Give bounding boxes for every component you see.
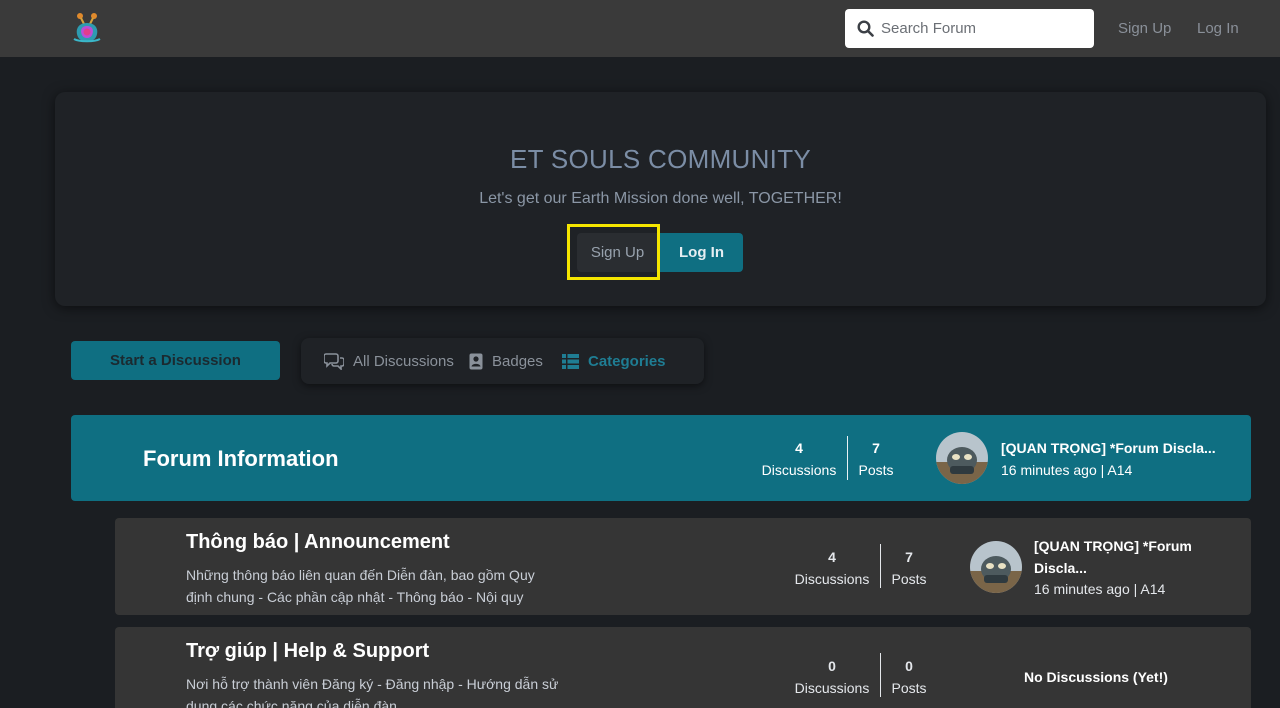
last-discussion-title[interactable]: [QUAN TRỌNG] *Forum Discla... [1001, 437, 1216, 459]
index-nav: All Discussions Badges Categories [301, 338, 704, 384]
alien-avatar-icon [936, 432, 988, 484]
header-signup-link[interactable]: Sign Up [1118, 20, 1171, 37]
start-discussion-button[interactable]: Start a Discussion [71, 341, 280, 380]
top-bar: Sign Up Log In [0, 0, 1280, 57]
subcategory-description: Những thông báo liên quan đến Diễn đàn, … [186, 567, 535, 605]
nav-all-discussions-label: All Discussions [353, 352, 454, 370]
discussions-count: 4 Discussions [761, 440, 837, 478]
discussions-number: 4 [828, 549, 836, 565]
search-input[interactable] [881, 9, 1086, 48]
discussions-label: Discussions [794, 571, 870, 587]
last-discussion-title-line2[interactable]: Discla... [1034, 557, 1087, 579]
last-discussion-meta: 16 minutes ago | A14 [1001, 462, 1133, 478]
posts-number: 7 [872, 440, 880, 456]
avatar[interactable] [936, 432, 988, 484]
posts-label: Posts [858, 462, 894, 478]
hero-title: ET SOULS COMMUNITY [509, 144, 812, 174]
posts-label: Posts [891, 571, 927, 587]
stat-divider [880, 544, 881, 588]
category-forum-information[interactable]: Forum Information 4 Discussions 7 Posts … [71, 415, 1251, 501]
chat-bubbles-icon [324, 353, 344, 370]
subcategory-title: Thông báo | Announcement [186, 531, 450, 553]
grid-list-icon [562, 353, 579, 369]
site-logo[interactable] [72, 11, 102, 45]
stat-divider [847, 436, 848, 480]
discussions-count: 0 Discussions [794, 658, 870, 696]
subcategory-description: Nơi hỗ trợ thành viên Đăng ký - Đăng nhậ… [186, 676, 559, 708]
nav-categories-label: Categories [588, 352, 666, 370]
posts-count: 7 Posts [887, 549, 931, 587]
nav-categories[interactable]: Categories [562, 338, 666, 384]
posts-count: 7 Posts [854, 440, 898, 478]
discussions-number: 4 [795, 440, 803, 456]
alien-logo-icon [73, 13, 101, 43]
search-icon [857, 20, 874, 37]
avatar[interactable] [970, 541, 1022, 593]
header-login-link[interactable]: Log In [1197, 20, 1239, 37]
discussions-label: Discussions [761, 462, 837, 478]
hero-signup-button[interactable]: Sign Up [577, 233, 658, 272]
search-box[interactable] [845, 9, 1094, 48]
discussions-label: Discussions [794, 680, 870, 696]
category-title: Forum Information [143, 446, 339, 471]
subcategory-title: Trợ giúp | Help & Support [186, 640, 430, 662]
posts-number: 0 [905, 658, 913, 674]
hero-subtitle: Let's get our Earth Mission done well, T… [479, 190, 842, 207]
discussions-count: 4 Discussions [794, 549, 870, 587]
alien-avatar-icon [970, 541, 1022, 593]
last-discussion-title-line1[interactable]: [QUAN TRỌNG] *Forum [1034, 535, 1192, 557]
last-discussion-meta: 16 minutes ago | A14 [1034, 581, 1166, 597]
subcategory-help-support[interactable]: Trợ giúp | Help & Support Nơi hỗ trợ thà… [115, 627, 1251, 708]
hero-login-button[interactable]: Log In [660, 233, 743, 272]
stat-divider [880, 653, 881, 697]
nav-all-discussions[interactable]: All Discussions [324, 338, 454, 384]
no-discussions-text: No Discussions (Yet!) [1024, 669, 1168, 685]
posts-number: 7 [905, 549, 913, 565]
nav-badges-label: Badges [492, 352, 543, 370]
discussions-number: 0 [828, 658, 836, 674]
subcategory-announcement[interactable]: Thông báo | Announcement Những thông báo… [115, 518, 1251, 615]
hero-banner: ET SOULS COMMUNITY Let's get our Earth M… [55, 92, 1266, 306]
posts-count: 0 Posts [887, 658, 931, 696]
posts-label: Posts [891, 680, 927, 696]
badge-icon [469, 353, 483, 369]
nav-badges[interactable]: Badges [469, 338, 543, 384]
